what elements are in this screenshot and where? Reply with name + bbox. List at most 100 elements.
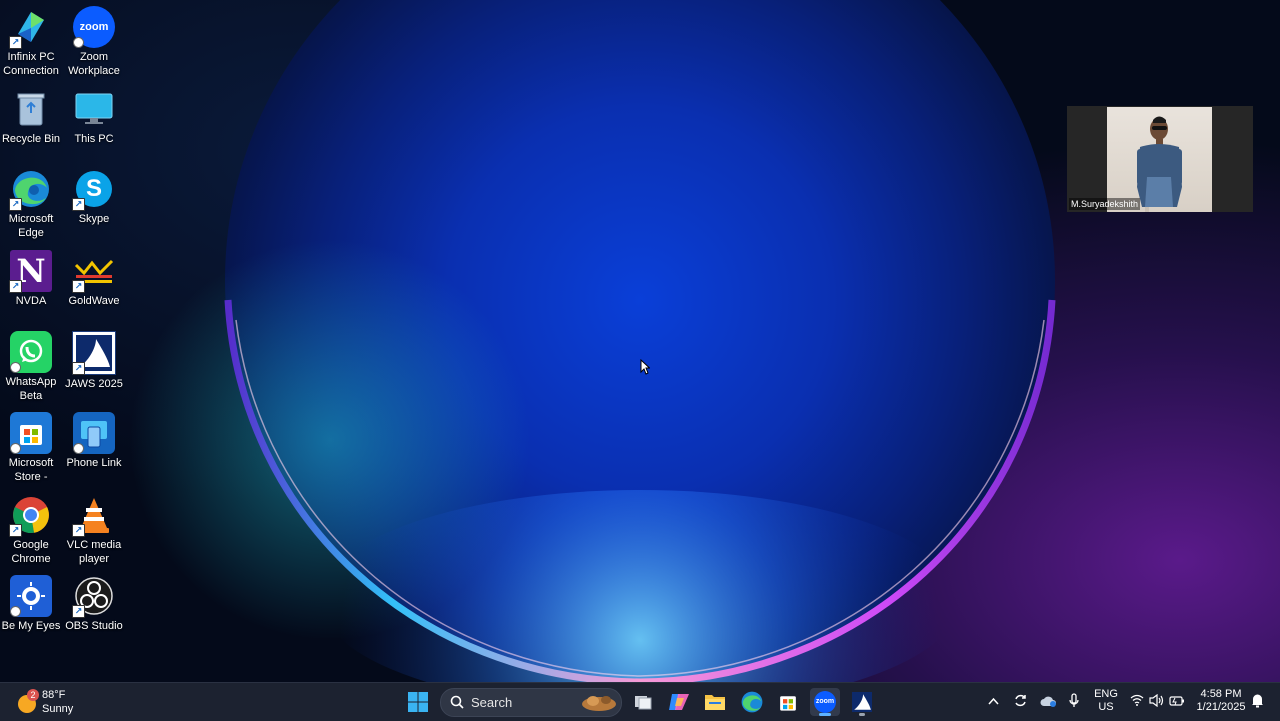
- taskbar: 2 88°F Sunny Search zoom ENG US 4:58 PM …: [0, 682, 1280, 721]
- edge-icon: [741, 691, 763, 713]
- be-my-eyes-icon: [10, 575, 52, 617]
- desktop-icon-recycle-bin[interactable]: Recycle Bin: [0, 88, 62, 147]
- onedrive-icon[interactable]: [1040, 695, 1057, 707]
- desktop-icon-microsoft-store[interactable]: Microsoft Store -: [0, 412, 62, 484]
- desktop-icon-label: Microsoft Edge: [8, 213, 54, 239]
- sync-status-icon: [73, 37, 84, 48]
- shortcut-arrow-icon: ↗: [72, 280, 85, 293]
- desktop-icon-obs[interactable]: ↗ OBS Studio: [63, 575, 125, 634]
- zoom-icon: zoom: [73, 6, 115, 48]
- desktop-icon-label: Microsoft Store -: [8, 457, 54, 483]
- battery-icon[interactable]: [1169, 694, 1185, 707]
- sync-status-icon: [10, 606, 21, 617]
- shortcut-arrow-icon: ↗: [9, 280, 22, 293]
- task-view-icon: [635, 696, 652, 710]
- shortcut-arrow-icon: ↗: [72, 198, 85, 211]
- folder-icon: [705, 695, 725, 710]
- zoom-icon: zoom: [814, 691, 836, 713]
- desktop-icon-label: Zoom Workplace: [68, 51, 120, 77]
- shortcut-arrow-icon: ↗: [9, 198, 22, 211]
- notification-badge: 2: [27, 689, 39, 701]
- desktop-icon-goldwave[interactable]: ↗ GoldWave: [63, 250, 125, 309]
- desktop-icon-label: NVDA: [15, 295, 47, 307]
- search-placeholder: Search: [471, 695, 513, 710]
- desktop-icon-this-pc[interactable]: This PC: [63, 88, 125, 147]
- goldwave-icon: ↗: [72, 250, 115, 293]
- taskbar-search-box[interactable]: Search: [440, 688, 622, 717]
- desktop-icon-infinix[interactable]: ↗ Infinix PC Connection: [0, 6, 62, 78]
- desktop-icon-label: Be My Eyes: [1, 620, 61, 632]
- store-taskbar-button[interactable]: [773, 688, 803, 716]
- weather-temperature: 88°F: [42, 689, 66, 701]
- weather-widget[interactable]: 2 88°F Sunny: [14, 686, 94, 718]
- store-icon: [780, 696, 796, 711]
- show-hidden-icons-chevron-icon[interactable]: [988, 697, 999, 705]
- desktop-icon-label: GoldWave: [68, 295, 120, 307]
- copilot-button[interactable]: [664, 688, 694, 716]
- desktop-icon-nvda[interactable]: N ↗ NVDA: [0, 250, 62, 309]
- recycle-bin-icon: [10, 88, 52, 130]
- desktop-icon-label: Skype: [78, 213, 110, 225]
- shortcut-arrow-icon: ↗: [72, 362, 85, 375]
- sync-status-icon: [73, 443, 84, 454]
- clock[interactable]: 4:58 PM 1/21/2025: [1192, 688, 1250, 714]
- start-button[interactable]: [403, 688, 433, 716]
- file-explorer-button[interactable]: [700, 688, 730, 716]
- windows-logo-icon: [408, 692, 428, 712]
- nvda-icon: N ↗: [9, 250, 52, 293]
- store-icon: [10, 412, 52, 454]
- zoom-taskbar-button[interactable]: zoom: [810, 688, 840, 716]
- sync-icon[interactable]: [1013, 693, 1028, 708]
- microphone-icon[interactable]: [1068, 693, 1080, 709]
- skype-icon: S ↗: [72, 168, 115, 211]
- desktop-icon-be-my-eyes[interactable]: Be My Eyes: [0, 575, 62, 634]
- notification-bell-icon[interactable]: [1251, 693, 1264, 708]
- edge-taskbar-button[interactable]: [737, 688, 767, 716]
- desktop-icon-chrome[interactable]: ↗ Google Chrome: [0, 494, 62, 566]
- desktop-icon-phone-link[interactable]: Phone Link: [63, 412, 125, 471]
- sync-status-icon: [10, 443, 21, 454]
- zoom-logo-text: zoom: [79, 21, 109, 33]
- desktop-icon-label: Recycle Bin: [1, 133, 61, 145]
- shortcut-arrow-icon: ↗: [9, 36, 22, 49]
- search-highlight-icon: [582, 696, 616, 711]
- mouse-cursor-icon: [640, 359, 650, 375]
- infinix-icon: ↗: [9, 6, 52, 49]
- clock-date: 1/21/2025: [1196, 701, 1246, 713]
- participant-name: M.Suryadekshith: [1069, 198, 1141, 210]
- running-indicator: [859, 713, 865, 716]
- desktop-icon-label: This PC: [74, 133, 114, 145]
- clock-time: 4:58 PM: [1200, 688, 1242, 700]
- zoom-video-tile[interactable]: M.Suryadekshith: [1067, 106, 1253, 212]
- task-view-button[interactable]: [628, 688, 658, 716]
- desktop-icon-skype[interactable]: S ↗ Skype: [63, 168, 125, 227]
- jaws-taskbar-button[interactable]: [847, 688, 877, 716]
- desktop-icon-label: Google Chrome: [11, 539, 51, 565]
- desktop-icon-label: JAWS 2025: [65, 378, 123, 390]
- bloom-graphic: [130, 0, 1056, 682]
- whatsapp-icon: [10, 331, 52, 373]
- desktop-icon-edge[interactable]: ↗ Microsoft Edge: [0, 168, 62, 240]
- volume-icon[interactable]: [1149, 694, 1164, 707]
- desktop-icon-vlc[interactable]: ↗ VLC media player: [63, 494, 125, 566]
- input-language[interactable]: ENG US: [1092, 688, 1120, 714]
- desktop-icon-label: Phone Link: [66, 457, 122, 469]
- desktop-wallpaper: [0, 0, 1280, 682]
- shortcut-arrow-icon: ↗: [72, 605, 85, 618]
- jaws-icon: [852, 692, 872, 712]
- wifi-icon[interactable]: [1130, 694, 1144, 706]
- desktop-icon-label: VLC media player: [66, 539, 122, 565]
- edge-icon: ↗: [9, 168, 52, 211]
- running-indicator: [819, 713, 831, 716]
- desktop-icon-label: OBS Studio: [65, 620, 123, 632]
- desktop-icon-label: WhatsApp Beta: [5, 376, 57, 402]
- desktop-icon-whatsapp[interactable]: WhatsApp Beta: [0, 331, 62, 403]
- desktop-icon-jaws[interactable]: ↗ JAWS 2025: [63, 331, 125, 392]
- shortcut-arrow-icon: ↗: [72, 524, 85, 537]
- participant-video: [1107, 107, 1212, 212]
- obs-icon: ↗: [72, 575, 115, 618]
- chrome-icon: ↗: [9, 494, 52, 537]
- vlc-icon: ↗: [72, 494, 115, 537]
- desktop-icon-zoom[interactable]: zoom Zoom Workplace: [63, 6, 125, 78]
- weather-condition: Sunny: [42, 703, 74, 715]
